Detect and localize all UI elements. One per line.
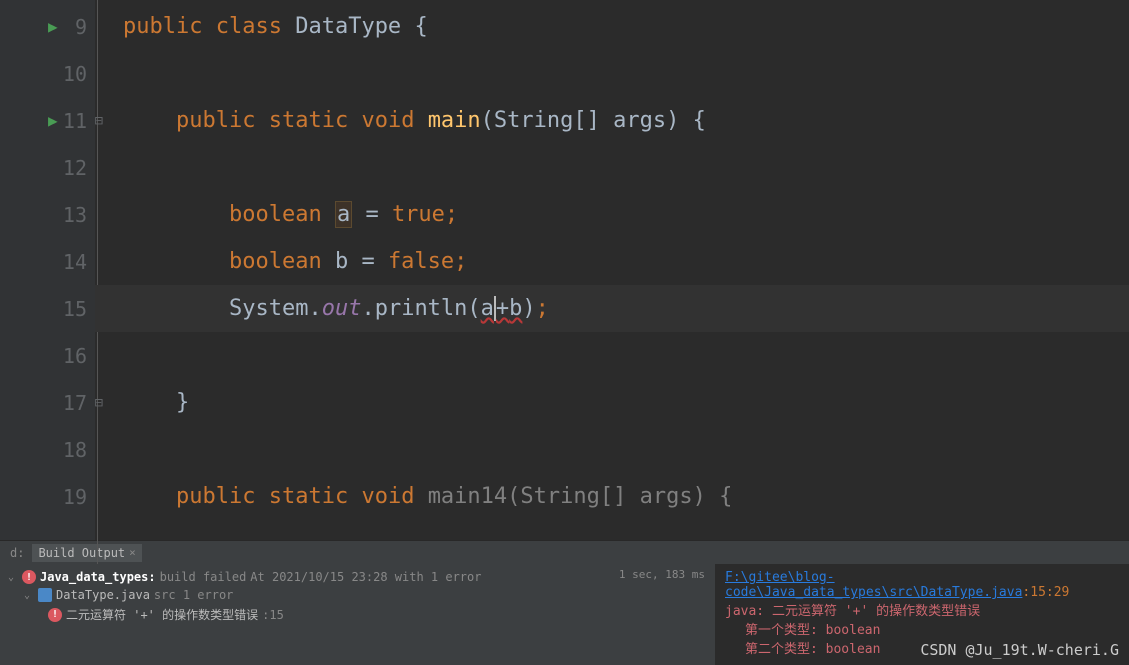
line-number: 18	[57, 438, 87, 462]
code-line	[95, 332, 1129, 379]
code-line	[95, 144, 1129, 191]
console-output[interactable]: F:\gitee\blog-code\Java_data_types\src\D…	[715, 564, 1129, 665]
line-number: 16	[57, 344, 87, 368]
code-line: boolean b = false;	[95, 238, 1129, 285]
code-line: public static void main14(String[] args)…	[95, 473, 1129, 520]
error-icon: !	[22, 570, 36, 584]
build-time: 1 sec, 183 ms	[619, 568, 705, 581]
editor-area: 9 ▶ 10 11 ▶ ⊟ 12 13 14 15 16 17 ⊟ 18 19 …	[0, 0, 1129, 540]
close-icon[interactable]: ×	[129, 546, 136, 559]
tab-bar: d: Build Output ×	[0, 541, 1129, 564]
line-number: 10	[57, 62, 87, 86]
line-number: 9	[57, 15, 87, 39]
file-link[interactable]: F:\gitee\blog-code\Java_data_types\src\D…	[725, 570, 1022, 600]
code-line	[95, 50, 1129, 97]
gutter: 9 ▶ 10 11 ▶ ⊟ 12 13 14 15 16 17 ⊟ 18 19	[0, 0, 95, 540]
fold-icon[interactable]: ⊟	[95, 113, 103, 129]
code-line: public static void main(String[] args) {	[95, 97, 1129, 144]
code-line	[95, 426, 1129, 473]
tree-error[interactable]: ! 二元运算符 '+' 的操作数类型错误 :15	[8, 604, 707, 625]
code-area[interactable]: public class DataType { public static vo…	[95, 0, 1129, 540]
line-number: 13	[57, 203, 87, 227]
line-number: 15	[57, 297, 87, 321]
line-number: 17	[57, 391, 87, 415]
console-error: 第一个类型: boolean	[725, 619, 1119, 638]
file-icon	[38, 588, 52, 602]
run-icon[interactable]: ▶	[48, 17, 58, 36]
tab-prefix: d:	[2, 544, 32, 562]
code-line: System.out.println(a+b);	[95, 285, 1129, 332]
run-icon[interactable]: ▶	[48, 111, 58, 130]
tree-root[interactable]: ⌄ ! Java_data_types: build failed At 202…	[8, 568, 707, 586]
error-icon: !	[48, 608, 62, 622]
line-number: 19	[57, 485, 87, 509]
console-error: 第二个类型: boolean	[725, 638, 1119, 657]
code-line: public class DataType {	[95, 3, 1129, 50]
tab-build-output[interactable]: Build Output ×	[32, 544, 141, 562]
build-panel: d: Build Output × 1 sec, 183 ms ⌄ ! Java…	[0, 540, 1129, 665]
line-number: 14	[57, 250, 87, 274]
build-tree: 1 sec, 183 ms ⌄ ! Java_data_types: build…	[0, 564, 715, 665]
expand-icon[interactable]: ⌄	[8, 572, 18, 583]
tree-file[interactable]: ⌄ DataType.java src 1 error	[8, 586, 707, 604]
console-error: java: 二元运算符 '+' 的操作数类型错误	[725, 600, 1119, 619]
fold-icon[interactable]: ⊟	[95, 395, 103, 411]
line-number: 11	[57, 109, 87, 133]
line-number: 12	[57, 156, 87, 180]
expand-icon[interactable]: ⌄	[24, 590, 34, 601]
code-line: boolean a = true;	[95, 191, 1129, 238]
code-line: }	[95, 379, 1129, 426]
